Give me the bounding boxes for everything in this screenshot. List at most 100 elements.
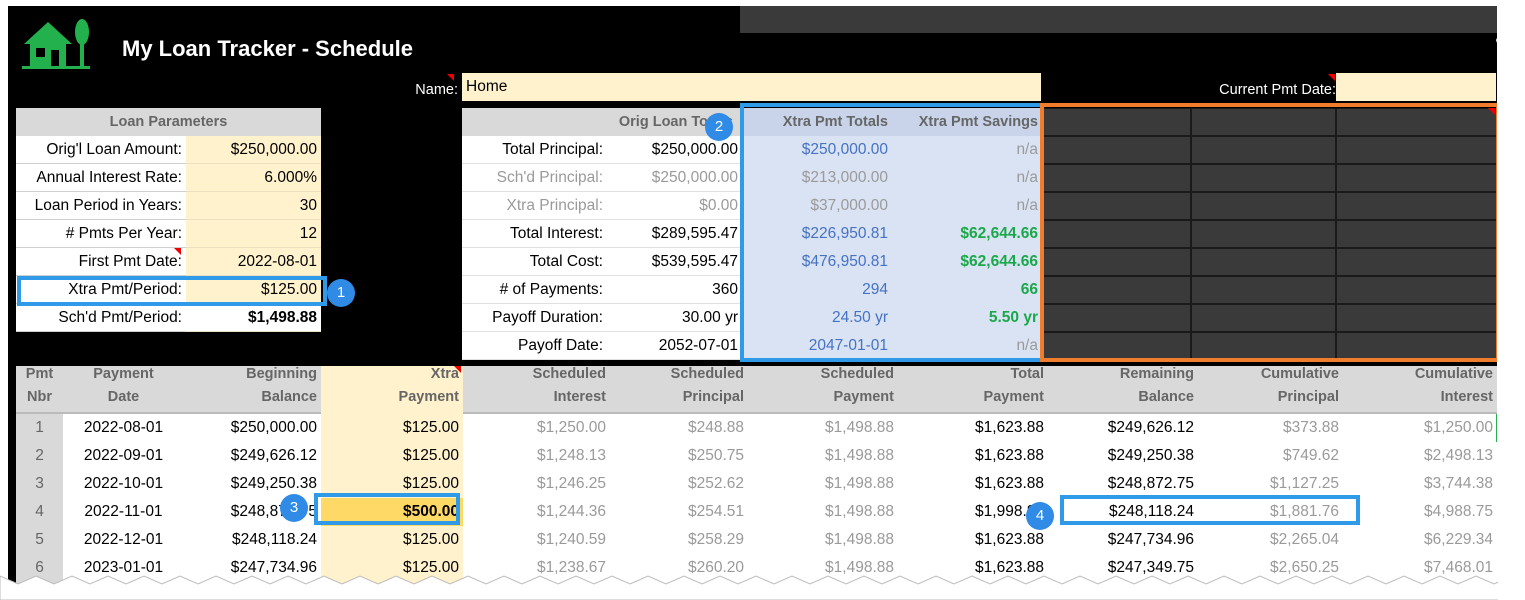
orig-total-value: 30.00 yr — [607, 304, 742, 332]
schedule-table: Pmt Nbr Payment Date Beginning Balance Xtra Pay… — [16, 366, 1497, 588]
param-value[interactable]: 6.000% — [186, 164, 321, 192]
totals-row-label: Payoff Duration: — [462, 304, 607, 332]
highlight-xtra-pmt — [17, 276, 327, 306]
schedule-cell: $1,248.13 — [537, 447, 606, 464]
comment-indicator — [447, 74, 454, 81]
top-bar — [740, 6, 1497, 33]
orig-total-value: $250,000.00 — [607, 164, 742, 192]
schedule-cell: $749.62 — [1282, 447, 1339, 464]
schedule-cell: $1,127.25 — [1270, 475, 1339, 492]
schedule-cell: $1,623.88 — [975, 419, 1044, 436]
pmt-number: 2 — [35, 447, 44, 464]
schedule-header-line1: Scheduled — [820, 366, 894, 382]
schedule-cell: $1,498.88 — [825, 447, 894, 464]
schedule-header-line2: Date — [107, 389, 140, 405]
schedule-cell: $1,498.88 — [825, 531, 894, 548]
schedule-cell: $1,498.88 — [825, 475, 894, 492]
schedule-cell: $248,118.24 — [231, 531, 317, 548]
param-value[interactable]: 30 — [186, 192, 321, 220]
schedule-header-line2: Balance — [261, 389, 317, 405]
torn-edge — [0, 575, 1525, 600]
param-value[interactable]: $250,000.00 — [186, 136, 321, 164]
schedule-header-line2: Principal — [682, 389, 744, 405]
schedule-cell[interactable]: $125.00 — [321, 414, 463, 442]
schedule-cell: $1,240.59 — [537, 531, 606, 548]
schedule-cell: $4,988.75 — [1424, 503, 1493, 520]
schedule-cell: $1,498.88 — [825, 503, 894, 520]
schedule-header-line2: Payment — [833, 389, 894, 405]
schedule-header-line1: Pmt — [25, 366, 54, 382]
schedule-header-line1: Beginning — [246, 366, 317, 382]
schedule-header-line2: Interest — [1440, 389, 1493, 405]
schedule-cell: $1,623.88 — [975, 447, 1044, 464]
schedule-cell: 2022-08-01 — [83, 419, 164, 436]
schedule-cell: 2022-09-01 — [83, 447, 164, 464]
callout-badge-2: 2 — [705, 113, 733, 141]
highlight-row4-balance — [1060, 495, 1360, 525]
schedule-cell: $249,250.38 — [1107, 447, 1194, 464]
schedule-cell: $2,498.13 — [1424, 447, 1493, 464]
comment-indicator — [174, 248, 181, 255]
schedule-cell: $1,623.88 — [975, 475, 1044, 492]
totals-row-label: Total Principal: — [462, 136, 607, 164]
house-logo-icon — [22, 19, 90, 69]
name-input[interactable]: Home — [462, 73, 1041, 101]
pmt-number: 4 — [35, 503, 44, 520]
schedule-cell: $6,229.34 — [1424, 531, 1493, 548]
highlight-dark-grid — [1040, 103, 1497, 362]
schedule-cell: $1,250.00 — [1424, 419, 1493, 436]
loan-parameters-header: Loan Parameters — [16, 108, 321, 136]
orig-total-value: 2052-07-01 — [607, 332, 742, 360]
schedule-cell: $2,265.04 — [1270, 531, 1339, 548]
schedule-cell: 2022-11-01 — [84, 503, 163, 520]
schedule-header-line2: Payment — [398, 389, 459, 405]
schedule-cell: $3,744.38 — [1424, 475, 1493, 492]
orig-total-value: $289,595.47 — [607, 220, 742, 248]
param-value: $1,498.88 — [186, 304, 321, 332]
param-value[interactable]: 12 — [186, 220, 321, 248]
schedule-cell: $258.29 — [687, 531, 744, 548]
callout-badge-1: 1 — [327, 279, 355, 307]
schedule-header-line1: Payment — [93, 366, 154, 382]
schedule-header-line1: Scheduled — [532, 366, 606, 382]
schedule-cell: $1,244.36 — [537, 503, 606, 520]
schedule-header-line1: Cumulative — [1260, 366, 1339, 382]
callout-badge-4: 4 — [1026, 502, 1054, 530]
totals-row-label: Total Cost: — [462, 248, 607, 276]
schedule-header-line1: Xtra — [430, 366, 459, 382]
schedule-cell: $250,000.00 — [230, 419, 317, 436]
schedule-header-line1: Cumulative — [1414, 366, 1493, 382]
schedule-cell: $248.88 — [687, 419, 744, 436]
schedule-header-line1: Scheduled — [670, 366, 744, 382]
orig-total-value: $0.00 — [607, 192, 742, 220]
schedule-cell: $250.75 — [687, 447, 744, 464]
param-label: Annual Interest Rate: — [16, 164, 186, 192]
schedule-cell: $373.88 — [1282, 419, 1339, 436]
param-label: First Pmt Date: — [16, 248, 186, 276]
schedule-header-line1: Total — [1010, 366, 1044, 382]
schedule-header-line1: Remaining — [1119, 366, 1194, 382]
schedule-cell[interactable]: $125.00 — [321, 526, 463, 554]
schedule-cell: $1,498.88 — [825, 419, 894, 436]
current-pmt-date-input[interactable] — [1336, 73, 1496, 101]
totals-row-label: Sch'd Principal: — [462, 164, 607, 192]
param-label: Sch'd Pmt/Period: — [16, 304, 186, 332]
schedule-cell: $1,250.00 — [537, 419, 606, 436]
param-value[interactable]: 2022-08-01 — [186, 248, 321, 276]
pmt-number: 3 — [35, 475, 44, 492]
schedule-cell: 2022-10-01 — [83, 475, 164, 492]
highlight-xtra-500 — [314, 493, 460, 525]
totals-row-label: Total Interest: — [462, 220, 607, 248]
orig-total-value: $539,595.47 — [607, 248, 742, 276]
comment-indicator — [1328, 74, 1335, 81]
orig-total-value: 360 — [607, 276, 742, 304]
highlight-xtra-totals — [740, 103, 1044, 362]
schedule-cell: $254.51 — [687, 503, 744, 520]
schedule-cell[interactable]: $125.00 — [321, 442, 463, 470]
schedule-cell: $1,246.25 — [537, 475, 606, 492]
totals-row-label: Xtra Principal: — [462, 192, 607, 220]
schedule-header-line2: Nbr — [27, 389, 52, 405]
totals-row-label: # of Payments: — [462, 276, 607, 304]
schedule-header-line2: Principal — [1277, 389, 1339, 405]
schedule-header-line2: Payment — [983, 389, 1044, 405]
